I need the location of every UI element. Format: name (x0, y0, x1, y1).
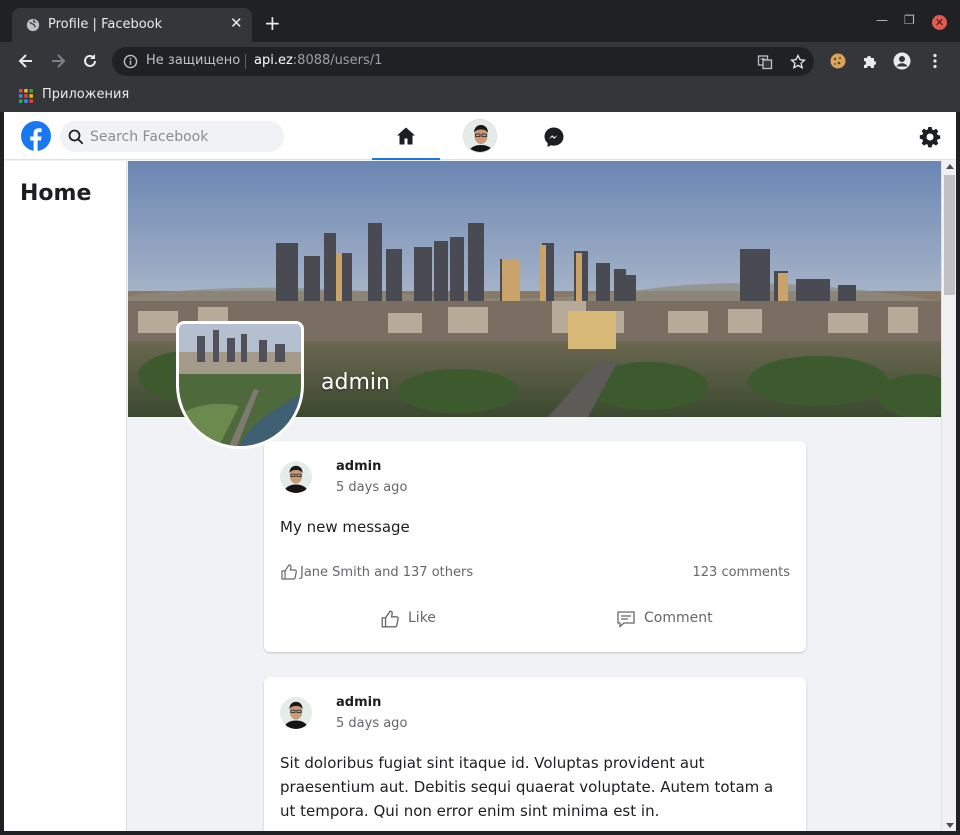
messenger-icon[interactable] (543, 126, 565, 148)
url-host: api.ez (254, 53, 293, 68)
scroll-up-arrow-icon[interactable] (946, 164, 954, 169)
page-scrollbar[interactable] (941, 161, 956, 831)
comment-label: Comment (644, 610, 713, 626)
tab-title: Profile | Facebook (48, 17, 163, 32)
translate-icon[interactable] (757, 54, 773, 70)
thumbs-up-icon (381, 610, 399, 628)
url-text[interactable]: api.ez:8088/users/1 (254, 53, 382, 68)
url-path: :8088/users/1 (292, 53, 383, 68)
post-text: Sit doloribus fugiat sint itaque id. Vol… (280, 754, 774, 820)
post-avatar[interactable] (280, 697, 312, 729)
globe-icon (26, 18, 40, 32)
post-timestamp[interactable]: 5 days ago (336, 480, 407, 495)
left-sidebar: Home (4, 161, 127, 831)
nav-home-tab[interactable] (372, 112, 440, 160)
like-label: Like (408, 610, 436, 626)
post-text: My new message (280, 518, 410, 536)
browser-tab[interactable]: Profile | Facebook ✕ (12, 8, 252, 42)
gear-icon[interactable] (919, 126, 941, 148)
search-input[interactable] (90, 121, 278, 152)
minimize-button[interactable]: — (876, 14, 888, 26)
profile-picture-image (179, 324, 301, 446)
post-timestamp[interactable]: 5 days ago (336, 716, 407, 731)
post-card: admin 5 days ago My new message Jane Smi… (264, 441, 806, 652)
comment-icon (617, 611, 635, 628)
browser-toolbar: Не защищено api.ez:8088/users/1 (0, 42, 960, 80)
post-avatar[interactable] (280, 461, 312, 493)
facebook-logo-icon[interactable] (21, 121, 51, 151)
profile-icon[interactable] (893, 52, 911, 70)
facebook-header (4, 112, 956, 160)
thumbs-up-icon (281, 564, 297, 580)
star-icon[interactable] (790, 54, 806, 70)
profile-picture[interactable] (176, 321, 304, 449)
search-box[interactable] (60, 121, 284, 152)
likes-text: Jane Smith and 137 others (300, 565, 474, 580)
comments-count[interactable]: 123 comments (693, 565, 790, 580)
nav-avatar[interactable] (463, 119, 497, 153)
post-author[interactable]: admin (336, 459, 381, 474)
page-viewport: Home (4, 112, 956, 831)
home-icon (397, 127, 415, 145)
menu-dots-icon[interactable] (926, 52, 944, 70)
back-arrow-icon[interactable] (16, 51, 36, 71)
comment-button[interactable]: Comment (616, 607, 726, 631)
cookie-extension-icon[interactable] (829, 52, 847, 70)
forward-arrow-icon[interactable] (48, 51, 68, 71)
scrollbar-thumb[interactable] (944, 175, 955, 295)
bookmark-apps-label[interactable]: Приложения (42, 87, 129, 102)
avatar-image (464, 120, 496, 152)
avatar-image (280, 697, 312, 729)
search-icon (68, 129, 84, 145)
apps-grid-icon[interactable] (19, 89, 33, 103)
post-author[interactable]: admin (336, 695, 381, 710)
window-close-button[interactable]: ✕ (932, 15, 947, 30)
reload-icon[interactable] (80, 51, 100, 71)
divider (245, 54, 246, 69)
new-tab-button[interactable]: + (264, 13, 281, 33)
avatar-image (280, 461, 312, 493)
like-button[interactable]: Like (380, 607, 460, 631)
puzzle-icon[interactable] (861, 52, 879, 70)
address-bar[interactable]: Не защищено api.ez:8088/users/1 (112, 47, 814, 76)
bookmarks-bar: Приложения (0, 80, 960, 112)
restore-button[interactable]: ❐ (904, 14, 915, 26)
browser-titlebar: Profile | Facebook ✕ + — ❐ ✕ (0, 0, 960, 42)
profile-name: admin (321, 370, 390, 395)
post-card: admin 5 days ago Sit doloribus fugiat si… (264, 677, 806, 831)
info-icon[interactable] (123, 54, 138, 69)
scroll-down-arrow-icon[interactable] (946, 823, 954, 828)
close-icon[interactable]: ✕ (230, 16, 243, 31)
security-status: Не защищено (146, 53, 241, 68)
sidebar-title[interactable]: Home (20, 181, 91, 206)
